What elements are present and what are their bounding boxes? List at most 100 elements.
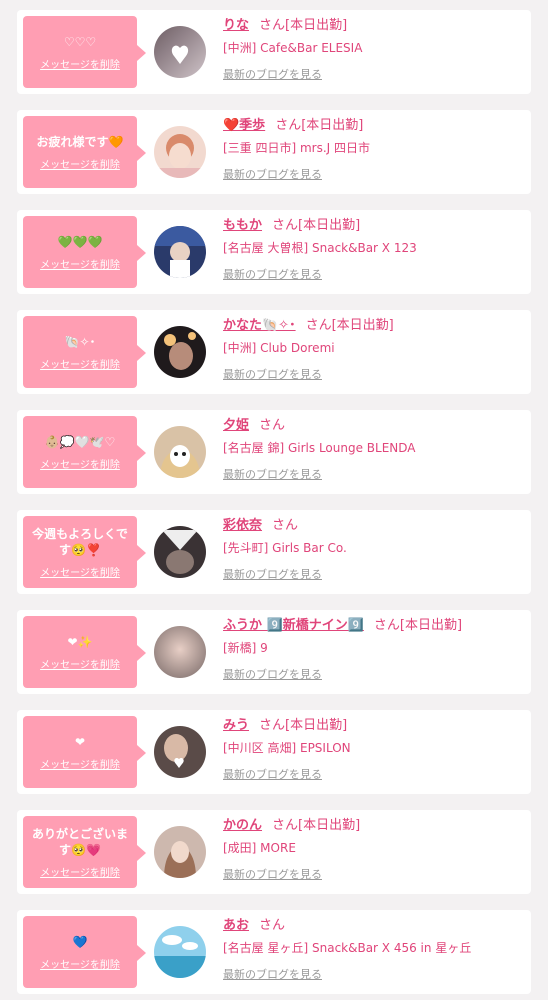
- message-text: 🐚✧･: [64, 334, 96, 349]
- delete-message-link[interactable]: メッセージを削除: [40, 356, 120, 371]
- honorific: さん: [259, 918, 286, 933]
- delete-message-link[interactable]: メッセージを削除: [40, 756, 120, 771]
- message-card: 今週もよろしくです🥺❣️ メッセージを削除 彩依奈 さん [先斗町] Girls …: [17, 510, 531, 594]
- cast-info: ❤️季歩 さん[本日出勤] [三重 四日市] mrs.J 四日市 最新のブログを見…: [223, 116, 523, 182]
- honorific: さん: [305, 318, 332, 333]
- cast-name-link[interactable]: みう: [223, 718, 249, 733]
- message-bubble: ❤ メッセージを削除: [23, 716, 146, 788]
- message-card: ありがとございます🥺💗 メッセージを削除 かのん さん[本日出勤] [成田] MO…: [17, 810, 531, 894]
- message-bubble: 🐚✧･ メッセージを削除: [23, 316, 146, 388]
- cast-name-link[interactable]: 彩依奈: [223, 518, 262, 533]
- avatar[interactable]: [154, 226, 206, 278]
- message-bubble: ありがとございます🥺💗 メッセージを削除: [23, 816, 146, 888]
- shop-info: [中川区 高畑] EPSILON: [223, 741, 351, 755]
- cast-info: ふうか 9️⃣新橋ナイン9️⃣ さん[本日出勤] [新橋] 9 最新のブログを見る: [223, 616, 523, 682]
- latest-blog-link[interactable]: 最新のブログを見る: [223, 66, 322, 82]
- delete-message-link[interactable]: メッセージを削除: [40, 956, 120, 971]
- avatar[interactable]: [154, 826, 206, 878]
- latest-blog-link[interactable]: 最新のブログを見る: [223, 766, 322, 782]
- message-card: 💙 メッセージを削除 あお さん [名古屋 星ヶ丘] Snack&Bar X 45…: [17, 910, 531, 994]
- honorific: さん: [275, 118, 302, 133]
- message-bubble: お疲れ様です🧡 メッセージを削除: [23, 116, 146, 188]
- honorific: さん: [259, 418, 286, 433]
- message-text: ♡♡♡: [63, 34, 97, 49]
- avatar[interactable]: [154, 726, 206, 778]
- avatar[interactable]: [154, 126, 206, 178]
- cast-info: 夕姫 さん [名古屋 錦] Girls Lounge BLENDA 最新のブログを…: [223, 416, 523, 482]
- message-text: ❤: [74, 734, 86, 749]
- shop-info: [三重 四日市] mrs.J 四日市: [223, 141, 371, 155]
- cast-name-link[interactable]: ももか: [223, 218, 262, 233]
- latest-blog-link[interactable]: 最新のブログを見る: [223, 166, 322, 182]
- cast-info: ももか さん[本日出勤] [名古屋 大曽根] Snack&Bar X 123 最新…: [223, 216, 523, 282]
- delete-message-link[interactable]: メッセージを削除: [40, 564, 120, 579]
- cast-info: みう さん[本日出勤] [中川区 高畑] EPSILON 最新のブログを見る: [223, 716, 523, 782]
- latest-blog-link[interactable]: 最新のブログを見る: [223, 466, 322, 482]
- cast-info: あお さん [名古屋 星ヶ丘] Snack&Bar X 456 in 星ヶ丘 最新…: [223, 916, 523, 982]
- shop-info: [成田] MORE: [223, 841, 296, 855]
- shop-info: [中洲] Cafe&Bar ELESIA: [223, 41, 363, 55]
- message-text: ❤✨: [67, 634, 93, 649]
- status-badge: [本日出勤]: [298, 818, 361, 833]
- message-bubble: 💙 メッセージを削除: [23, 916, 146, 988]
- cast-info: かのん さん[本日出勤] [成田] MORE 最新のブログを見る: [223, 816, 523, 882]
- message-bubble: ❤✨ メッセージを削除: [23, 616, 146, 688]
- message-bubble: 💚💚💚 メッセージを削除: [23, 216, 146, 288]
- message-bubble: ♡♡♡ メッセージを削除: [23, 16, 146, 88]
- message-text: 今週もよろしくです🥺❣️: [32, 526, 128, 557]
- message-bubble: 今週もよろしくです🥺❣️ メッセージを削除: [23, 516, 146, 588]
- delete-message-link[interactable]: メッセージを削除: [40, 656, 120, 671]
- cast-name-link[interactable]: りな: [223, 18, 249, 33]
- message-text: お疲れ様です🧡: [36, 134, 124, 149]
- message-text: 💙: [72, 934, 88, 949]
- message-card: ♡♡♡ メッセージを削除 りな さん[本日出勤] [中洲] Cafe&Bar EL…: [17, 10, 531, 94]
- cast-info: かなた🐚✧･ さん[本日出勤] [中洲] Club Doremi 最新のブログを見…: [223, 316, 523, 382]
- message-card: ❤ メッセージを削除 みう さん[本日出勤] [中川区 高畑] EPSILON 最…: [17, 710, 531, 794]
- latest-blog-link[interactable]: 最新のブログを見る: [223, 366, 322, 382]
- delete-message-link[interactable]: メッセージを削除: [40, 864, 120, 879]
- avatar[interactable]: [154, 26, 206, 78]
- honorific: さん: [272, 218, 299, 233]
- message-card: お疲れ様です🧡 メッセージを削除 ❤️季歩 さん[本日出勤] [三重 四日市] m…: [17, 110, 531, 194]
- cast-name-link[interactable]: あお: [223, 918, 249, 933]
- delete-message-link[interactable]: メッセージを削除: [40, 456, 120, 471]
- cast-name-link[interactable]: かなた🐚✧･: [223, 318, 296, 333]
- cast-info: りな さん[本日出勤] [中洲] Cafe&Bar ELESIA 最新のブログを見…: [223, 16, 523, 82]
- latest-blog-link[interactable]: 最新のブログを見る: [223, 866, 322, 882]
- cast-info: 彩依奈 さん [先斗町] Girls Bar Co. 最新のブログを見る: [223, 516, 523, 582]
- status-badge: [本日出勤]: [285, 18, 348, 33]
- latest-blog-link[interactable]: 最新のブログを見る: [223, 966, 322, 982]
- delete-message-link[interactable]: メッセージを削除: [40, 156, 120, 171]
- message-text: 👶🏼💭🤍🕊️♡: [44, 434, 116, 449]
- delete-message-link[interactable]: メッセージを削除: [40, 56, 120, 71]
- avatar[interactable]: [154, 326, 206, 378]
- cast-name-link[interactable]: かのん: [223, 818, 262, 833]
- cast-name-link[interactable]: 夕姫: [223, 418, 249, 433]
- latest-blog-link[interactable]: 最新のブログを見る: [223, 266, 322, 282]
- status-badge: [本日出勤]: [331, 318, 394, 333]
- status-badge: [本日出勤]: [285, 718, 348, 733]
- honorific: さん: [272, 818, 299, 833]
- message-list: ♡♡♡ メッセージを削除 りな さん[本日出勤] [中洲] Cafe&Bar EL…: [0, 0, 548, 1000]
- cast-name-link[interactable]: ふうか 9️⃣新橋ナイン9️⃣: [223, 618, 364, 633]
- shop-info: [先斗町] Girls Bar Co.: [223, 541, 347, 555]
- honorific: さん: [272, 518, 299, 533]
- avatar[interactable]: [154, 926, 206, 978]
- latest-blog-link[interactable]: 最新のブログを見る: [223, 566, 322, 582]
- avatar[interactable]: [154, 426, 206, 478]
- shop-info: [名古屋 錦] Girls Lounge BLENDA: [223, 441, 416, 455]
- message-bubble: 👶🏼💭🤍🕊️♡ メッセージを削除: [23, 416, 146, 488]
- honorific: さん: [259, 718, 286, 733]
- avatar[interactable]: [154, 626, 206, 678]
- message-card: ❤✨ メッセージを削除 ふうか 9️⃣新橋ナイン9️⃣ さん[本日出勤] [新橋]…: [17, 610, 531, 694]
- latest-blog-link[interactable]: 最新のブログを見る: [223, 666, 322, 682]
- message-text: 💚💚💚: [57, 234, 103, 249]
- shop-info: [新橋] 9: [223, 641, 268, 655]
- shop-info: [名古屋 星ヶ丘] Snack&Bar X 456 in 星ヶ丘: [223, 941, 472, 955]
- delete-message-link[interactable]: メッセージを削除: [40, 256, 120, 271]
- avatar[interactable]: [154, 526, 206, 578]
- cast-name-link[interactable]: ❤️季歩: [223, 118, 265, 133]
- status-badge: [本日出勤]: [298, 218, 361, 233]
- message-card: 🐚✧･ メッセージを削除 かなた🐚✧･ さん[本日出勤] [中洲] Club Do…: [17, 310, 531, 394]
- shop-info: [中洲] Club Doremi: [223, 341, 335, 355]
